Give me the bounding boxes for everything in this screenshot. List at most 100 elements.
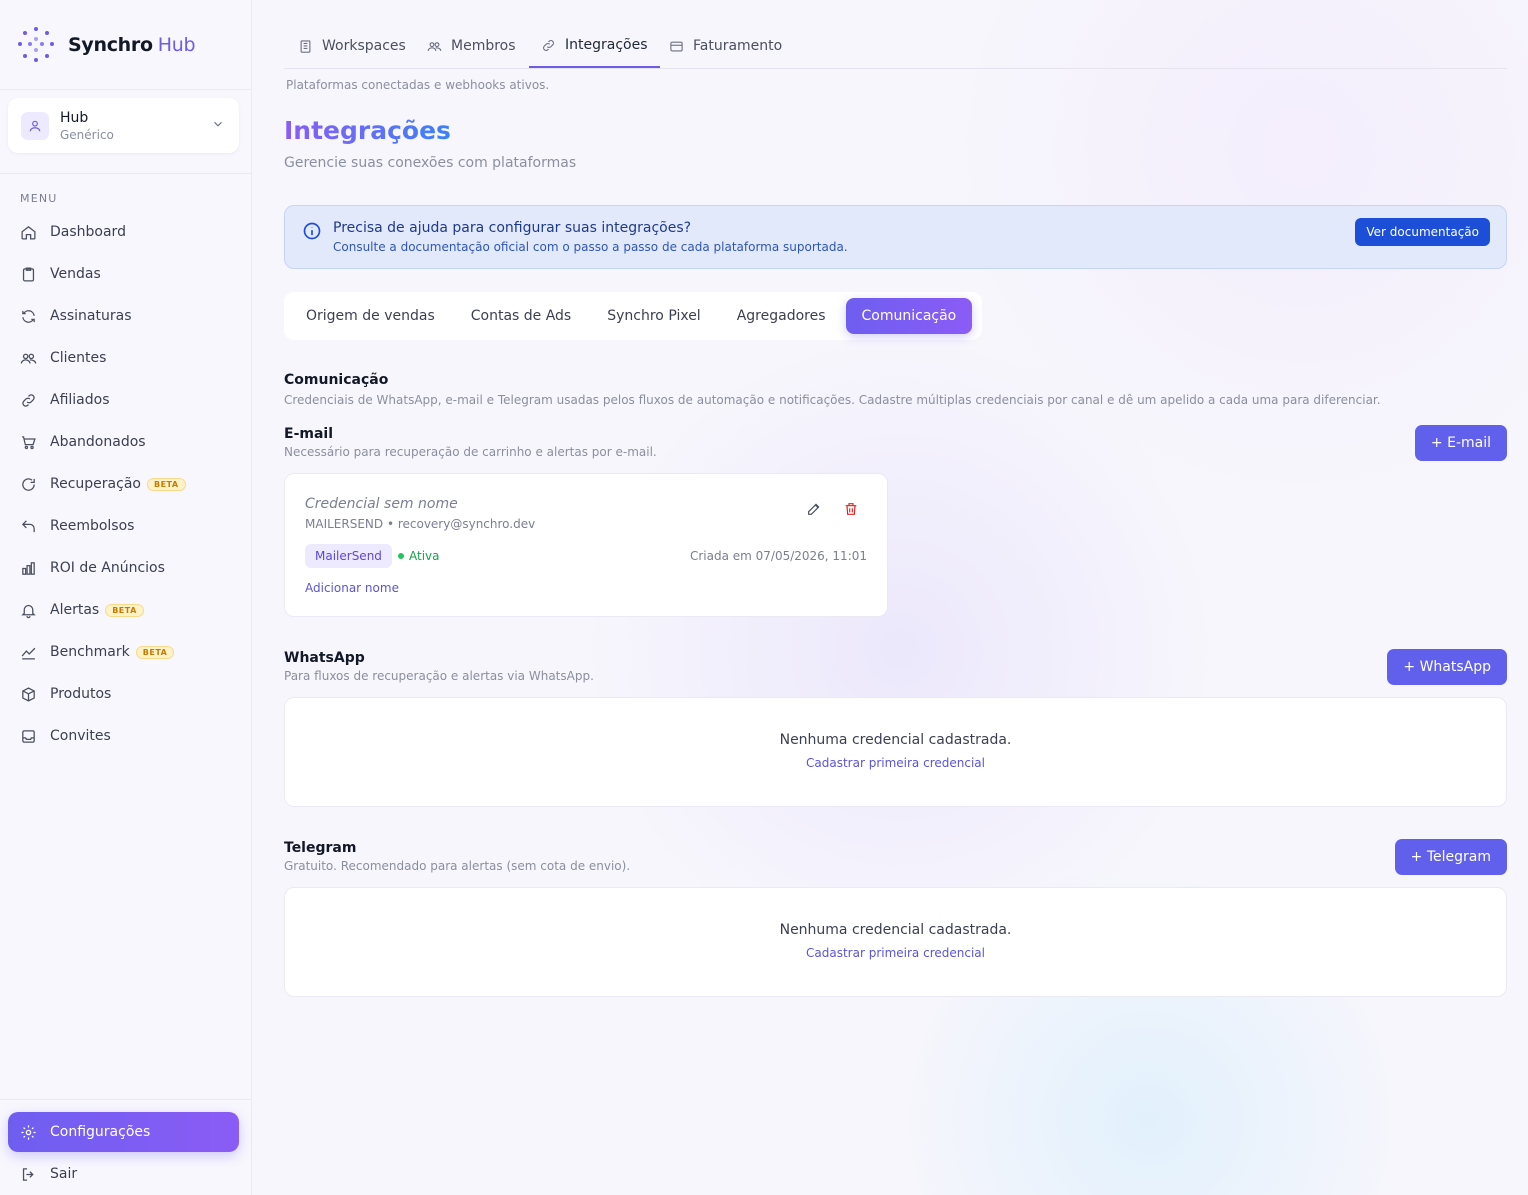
sidebar-item-produtos[interactable]: Produtos	[8, 673, 240, 715]
cart-icon	[22, 435, 36, 449]
status-dot-icon	[398, 553, 404, 559]
sidebar-item-alertas[interactable]: Alertas BETA	[8, 589, 240, 631]
credential-created-date: Criada em 07/05/2026, 11:01	[689, 549, 867, 563]
brand[interactable]: Synchro Hub	[0, 0, 251, 90]
help-title: Precisa de ajuda para configurar suas in…	[333, 220, 692, 236]
box-icon	[22, 686, 35, 702]
refresh-icon	[22, 309, 35, 323]
sidebar-item-label: Produtos	[50, 686, 112, 702]
beta-badge: BETA	[146, 477, 186, 491]
sidebar-item-abandonados[interactable]: Abandonados	[8, 421, 240, 463]
sidebar-item-label: Reembolsos	[50, 518, 135, 534]
provider-badge: MailerSend	[305, 544, 392, 568]
sidebar-item-label: ROI de Anúncios	[50, 560, 165, 576]
card-icon	[670, 41, 683, 51]
sidebar-nav: Dashboard Vendas Assinaturas Clientes Af…	[8, 211, 240, 757]
home-icon	[21, 225, 36, 240]
sidebar-item-label: Dashboard	[50, 224, 126, 240]
register-first-credential-link[interactable]: Cadastrar primeira credencial	[285, 946, 1506, 960]
undo-icon	[21, 519, 35, 532]
trash-icon[interactable]	[843, 501, 859, 517]
sidebar-item-configuracoes[interactable]: Configurações	[8, 1112, 239, 1152]
sidebar-item-label: Afiliados	[50, 392, 110, 408]
building-icon	[300, 39, 311, 53]
whatsapp-empty-state: Nenhuma credencial cadastrada. Cadastrar…	[284, 697, 1507, 807]
sidebar-item-label: Clientes	[50, 350, 107, 366]
tab-label: Integrações	[565, 37, 648, 53]
synchro-logo-icon	[18, 26, 54, 63]
add-telegram-button[interactable]: + Telegram	[1394, 839, 1507, 875]
brand-name: Synchro Hub	[68, 33, 196, 56]
tab-label: Membros	[451, 38, 516, 54]
tab-label: Faturamento	[693, 38, 783, 54]
sidebar-item-sair[interactable]: Sair	[8, 1154, 239, 1194]
page-subtitle: Gerencie suas conexões com plataformas	[284, 155, 577, 171]
help-description: Consulte a documentação oficial com o pa…	[333, 240, 848, 254]
tab-faturamento[interactable]: Faturamento	[657, 24, 794, 68]
beta-badge: BETA	[105, 603, 144, 617]
docs-button[interactable]: Ver documentação	[1355, 218, 1490, 246]
inbox-icon	[22, 729, 35, 743]
register-first-credential-link[interactable]: Cadastrar primeira credencial	[285, 756, 1506, 770]
category-tabs: Origem de vendas Contas de Ads Synchro P…	[284, 292, 983, 340]
chevron-down-icon	[214, 121, 222, 127]
sidebar-item-label: Alertas	[50, 602, 100, 618]
add-name-link[interactable]: Adicionar nome	[305, 581, 399, 595]
bell-icon	[21, 604, 36, 618]
rotate-icon	[22, 477, 35, 491]
telegram-empty-state: Nenhuma credencial cadastrada. Cadastrar…	[284, 887, 1507, 997]
edit-icon[interactable]	[806, 501, 822, 517]
sidebar-item-roi[interactable]: ROI de Anúncios	[8, 547, 240, 589]
email-title: E-mail	[284, 426, 334, 442]
add-whatsapp-button[interactable]: + WhatsApp	[1387, 649, 1507, 685]
divider	[0, 173, 251, 174]
sidebar-item-benchmark[interactable]: Benchmark BETA	[8, 631, 240, 673]
beta-badge: BETA	[135, 645, 175, 659]
sidebar-item-label: Abandonados	[50, 434, 146, 450]
sidebar-item-label: Assinaturas	[50, 308, 132, 324]
add-email-button[interactable]: + E-mail	[1414, 425, 1507, 461]
users-icon	[20, 353, 37, 364]
sidebar-item-vendas[interactable]: Vendas	[8, 253, 240, 295]
sidebar-item-assinaturas[interactable]: Assinaturas	[8, 295, 240, 337]
telegram-description: Gratuito. Recomendado para alertas (sem …	[284, 859, 631, 873]
sidebar-item-convites[interactable]: Convites	[8, 715, 240, 757]
sidebar-item-label: Recuperação	[50, 476, 141, 492]
credential-meta: MAILERSEND • recovery@synchro.dev	[305, 517, 536, 531]
gear-icon	[21, 1124, 36, 1140]
tab-integracoes[interactable]: Integrações	[529, 24, 660, 68]
workspace-selector[interactable]: Hub Genérico	[8, 98, 239, 153]
tab-comunicacao[interactable]: Comunicação	[845, 298, 973, 334]
tab-workspaces[interactable]: Workspaces	[286, 24, 418, 68]
help-banner: Precisa de ajuda para configurar suas in…	[284, 205, 1507, 269]
tab-agregadores[interactable]: Agregadores	[721, 298, 842, 334]
clipboard-icon	[22, 266, 35, 282]
tab-origem-de-vendas[interactable]: Origem de vendas	[290, 298, 451, 334]
section-title: Comunicação	[284, 372, 389, 388]
logout-icon	[22, 1167, 34, 1181]
telegram-title: Telegram	[284, 840, 357, 856]
link-icon	[22, 393, 35, 407]
bar-chart-icon	[22, 561, 35, 575]
page-title: Integrações	[284, 116, 451, 145]
tab-contas-de-ads[interactable]: Contas de Ads	[455, 298, 588, 334]
workspace-subtitle: Genérico	[60, 127, 114, 142]
tab-synchro-pixel[interactable]: Synchro Pixel	[591, 298, 716, 334]
sidebar-item-label: Benchmark	[50, 644, 130, 660]
section-description: Credenciais de WhatsApp, e-mail e Telegr…	[284, 393, 1381, 407]
sidebar-item-dashboard[interactable]: Dashboard	[8, 211, 240, 253]
tab-caption: Plataformas conectadas e webhooks ativos…	[286, 78, 550, 92]
whatsapp-description: Para fluxos de recuperação e alertas via…	[284, 669, 594, 683]
sidebar-item-recuperacao[interactable]: Recuperação BETA	[8, 463, 240, 505]
whatsapp-title: WhatsApp	[284, 650, 365, 666]
user-icon	[21, 111, 49, 140]
status-badge: Ativa	[398, 549, 440, 563]
credential-name: Credencial sem nome	[305, 496, 458, 512]
sidebar-item-afiliados[interactable]: Afiliados	[8, 379, 240, 421]
sidebar-item-reembolsos[interactable]: Reembolsos	[8, 505, 240, 547]
sidebar-item-label: Convites	[50, 728, 111, 744]
menu-label: MENU	[20, 192, 58, 205]
workspace-title: Hub	[60, 109, 89, 126]
sidebar-item-clientes[interactable]: Clientes	[8, 337, 240, 379]
tab-membros[interactable]: Membros	[415, 24, 528, 68]
